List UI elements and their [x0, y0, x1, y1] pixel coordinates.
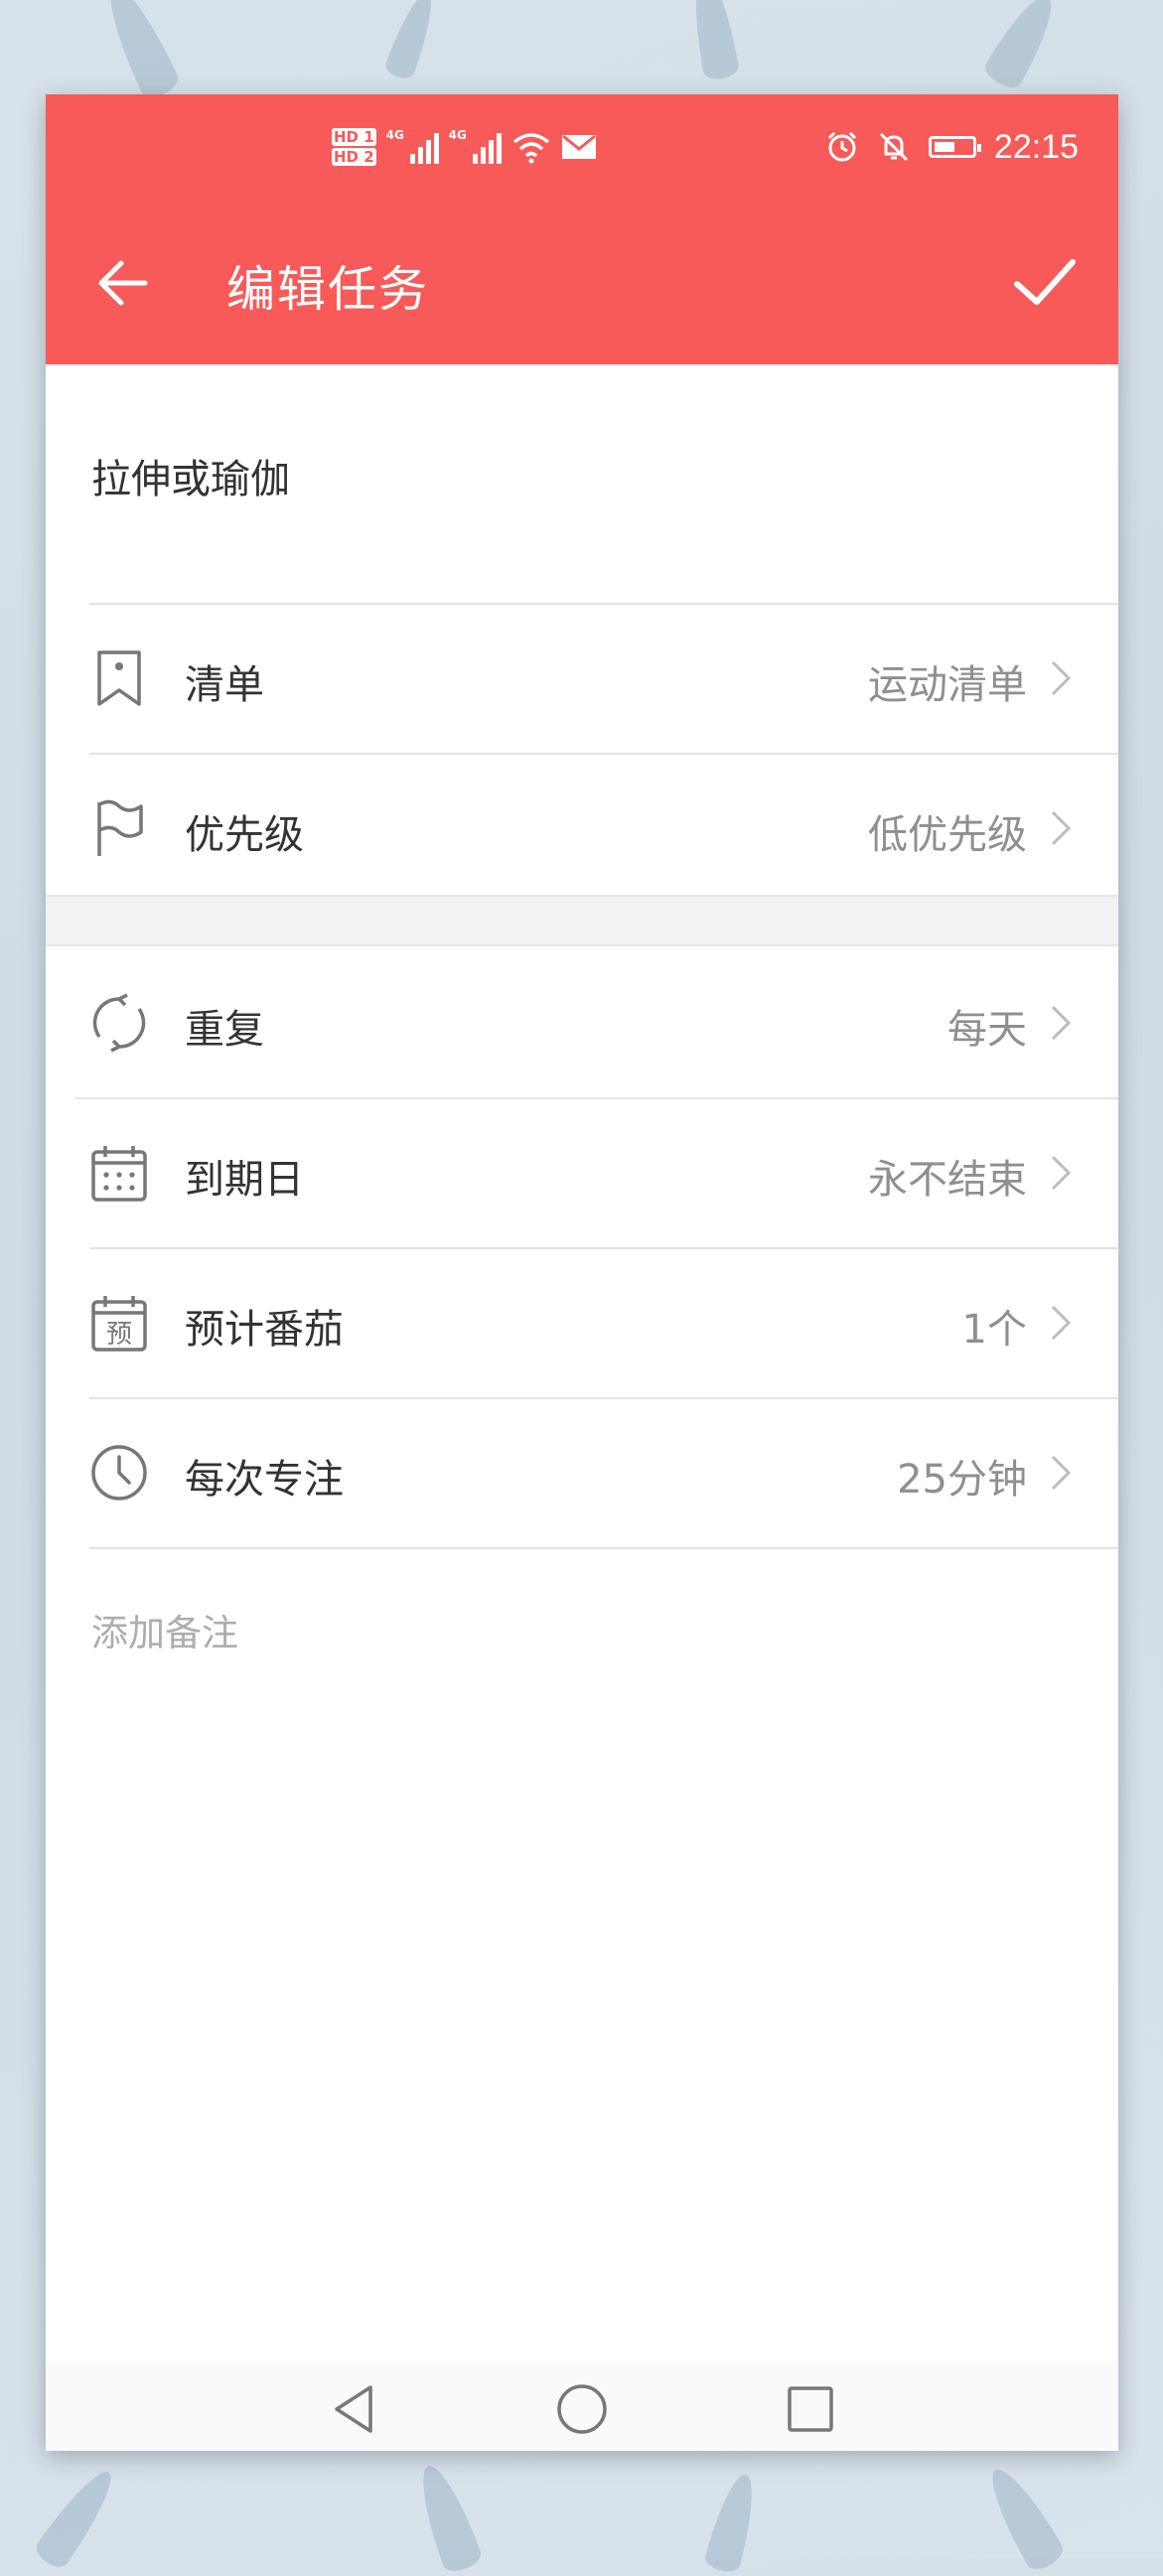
- chevron-right-icon: [1051, 1155, 1072, 1191]
- setting-row-focus-duration[interactable]: 每次专注 25分钟: [46, 1398, 1118, 1547]
- setting-value: 25分钟: [897, 1457, 1027, 1503]
- signal-icon: 4G: [386, 128, 439, 164]
- check-icon[interactable]: [1005, 242, 1085, 322]
- divider: [89, 1547, 1118, 1549]
- signal-icon-2: 4G: [449, 128, 502, 164]
- status-bar-left: HD 1 HD 2 4G 4G: [332, 122, 597, 172]
- section-separator: [46, 895, 1118, 946]
- status-bar-right: 22:15: [825, 120, 1079, 174]
- back-arrow-icon[interactable]: [89, 248, 159, 318]
- chevron-right-icon: [1051, 660, 1072, 696]
- setting-row-repeat[interactable]: 重复 每天: [46, 948, 1118, 1097]
- task-name-input[interactable]: 拉伸或瑜伽: [91, 447, 290, 504]
- status-time: 22:15: [993, 127, 1079, 166]
- setting-row-priority[interactable]: 优先级 低优先级: [46, 754, 1118, 903]
- silent-icon: [879, 132, 908, 162]
- page-title: 编辑任务: [226, 261, 430, 318]
- estimate-icon-text: 预: [106, 1320, 132, 1350]
- alarm-icon: [827, 131, 856, 162]
- setting-value: 低优先级: [868, 812, 1027, 858]
- hd-indicators: HD 1 HD 2: [332, 128, 376, 166]
- home-circle-icon[interactable]: [554, 2381, 610, 2437]
- mail-icon: [561, 134, 596, 159]
- status-bar: HD 1 HD 2 4G 4G 22:15: [46, 94, 1118, 199]
- setting-value: 运动清单: [868, 662, 1027, 708]
- repeat-icon: [92, 993, 146, 1053]
- chevron-right-icon: [1051, 1005, 1072, 1041]
- setting-label: 预计番茄: [185, 1307, 344, 1353]
- back-triangle-icon[interactable]: [327, 2381, 382, 2437]
- note-input[interactable]: 添加备注: [91, 1603, 238, 1656]
- setting-row-list[interactable]: 清单 运动清单: [46, 604, 1118, 753]
- setting-label: 优先级: [185, 812, 304, 858]
- setting-value: 每天: [947, 1007, 1027, 1053]
- setting-row-estimate[interactable]: 预 预计番茄 1个: [46, 1248, 1118, 1397]
- recents-square-icon[interactable]: [783, 2381, 838, 2437]
- estimate-icon: 预: [91, 1296, 147, 1352]
- bookmark-icon: [97, 650, 141, 706]
- setting-value: 永不结束: [868, 1157, 1027, 1203]
- navigation-bar: [46, 2361, 1118, 2451]
- setting-row-due-date[interactable]: 到期日 永不结束: [46, 1098, 1118, 1247]
- chevron-right-icon: [1051, 1305, 1072, 1341]
- hd2-badge: HD 2: [332, 148, 376, 166]
- app-bar: 编辑任务: [46, 199, 1118, 364]
- flag-icon: [97, 799, 143, 856]
- setting-value: 1个: [961, 1307, 1027, 1353]
- setting-label: 重复: [185, 1007, 264, 1053]
- setting-label: 到期日: [185, 1157, 304, 1203]
- hd1-badge: HD 1: [332, 128, 376, 146]
- setting-label: 清单: [185, 662, 264, 708]
- chevron-right-icon: [1051, 1455, 1072, 1491]
- chevron-right-icon: [1051, 810, 1072, 846]
- setting-label: 每次专注: [185, 1457, 344, 1503]
- battery-icon: [928, 136, 981, 158]
- calendar-icon: [91, 1146, 147, 1202]
- wifi-icon: [512, 133, 549, 164]
- phone-screen: HD 1 HD 2 4G 4G 22:15 编辑任务 拉伸或瑜伽 清单 运动清单…: [46, 94, 1118, 2451]
- clock-icon: [91, 1445, 147, 1501]
